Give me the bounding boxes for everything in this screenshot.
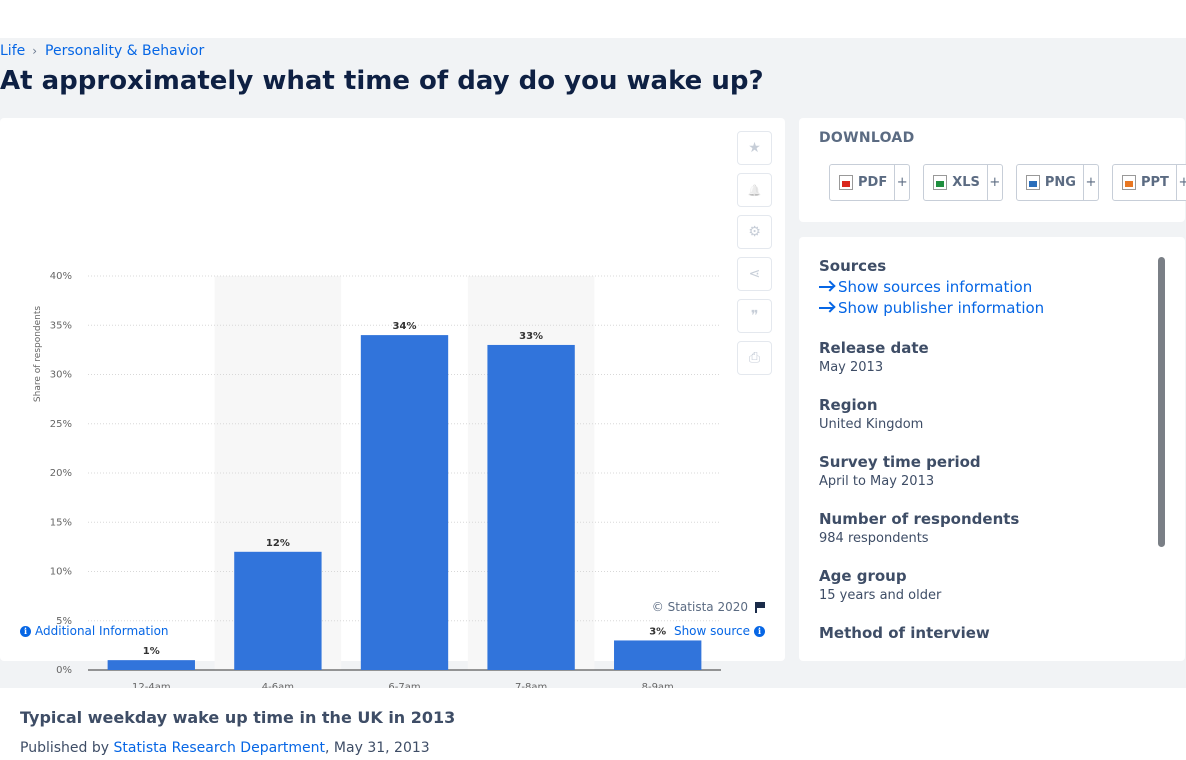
details-scrollbar-thumb[interactable] [1158,257,1165,547]
y-tick-label: 20% [50,468,72,479]
download-ppt-label: PPT [1140,175,1169,190]
notification-button[interactable]: 🔔 [737,173,772,207]
png-file-icon [1025,175,1040,190]
download-card: DOWNLOAD PDF + XLS + PNG + PPT + [799,118,1186,222]
age-group-value: 15 years and older [819,588,942,603]
xls-file-icon [933,175,948,190]
y-tick-label: 35% [50,320,72,331]
star-icon: ★ [748,140,761,156]
show-publisher-link[interactable]: Show publisher information [819,299,1154,317]
y-axis-label: Share of respondents [33,306,43,403]
download-ppt-plus[interactable]: + [1175,164,1186,201]
copyright-text: © Statista 2020 [651,600,748,614]
favorite-button[interactable]: ★ [737,131,772,165]
chart-card: 0% 5% 10% 15% 20% 25% 30% 35% 40% 1% 12% 34% 33% 3% … [0,118,785,693]
bar[interactable] [107,660,195,670]
date-separator: , [325,740,334,756]
download-png-label: PNG [1044,175,1076,190]
flag-icon[interactable] [754,601,765,613]
download-png-button[interactable]: PNG + [1015,164,1099,201]
show-source-label: Show source [673,624,750,638]
details-list: Sources Show sources information Show pu… [819,257,1154,645]
y-tick-label: 15% [50,517,72,528]
bar[interactable] [360,335,449,670]
y-tick-label: 30% [50,370,72,381]
method-label: Method of interview [819,624,990,642]
region-value: United Kingdom [819,417,924,432]
download-pdf-button[interactable]: PDF + [829,164,911,201]
breadcrumb-separator: › [32,44,38,58]
breadcrumb-personality-behavior[interactable]: Personality & Behavior [45,43,204,59]
download-pdf-plus[interactable]: + [894,164,909,201]
bar-data-label: 12% [266,538,290,549]
details-card: Sources Show sources information Show pu… [799,237,1185,661]
gear-icon: ⚙ [748,224,761,240]
download-buttons: PDF + XLS + PNG + PPT + [829,164,1186,201]
print-button[interactable]: ⎙ [737,341,772,375]
download-xls-plus[interactable]: + [986,164,1002,201]
bar[interactable] [234,551,322,670]
download-png-plus[interactable]: + [1082,164,1098,201]
additional-information-link[interactable]: i Additional Information [20,624,169,638]
download-pdf-label: PDF [858,175,888,190]
quote-icon: ❞ [750,308,759,324]
top-bar [0,0,1186,38]
statistic-info-card: Typical weekday wake up time in the UK i… [0,688,1186,760]
info-icon: i [754,625,765,637]
info-icon: i [20,625,31,637]
survey-period-label: Survey time period [819,453,981,471]
age-group-label: Age group [819,567,907,585]
publisher-link[interactable]: Statista Research Department [113,740,325,756]
published-line: Published by Statista Research Departmen… [20,740,430,756]
page-title: At approximately what time of day do you… [0,66,764,96]
show-sources-label: Show sources information [838,278,1033,296]
download-title: DOWNLOAD [819,130,915,146]
breadcrumb-life[interactable]: Life [0,43,25,59]
respondents-value: 984 respondents [819,531,929,546]
show-publisher-label: Show publisher information [838,299,1045,317]
sources-label: Sources [819,257,887,275]
respondents-label: Number of respondents [819,510,1020,528]
settings-button[interactable]: ⚙ [737,215,772,249]
bell-icon: 🔔 [747,183,762,197]
arrow-right-icon [819,286,833,288]
share-button[interactable]: ⋖ [737,257,772,291]
bar[interactable] [487,344,575,670]
download-ppt-button[interactable]: PPT + [1111,164,1186,201]
arrow-right-icon [819,307,833,309]
y-tick-label: 0% [56,665,72,676]
published-prefix: Published by [20,740,114,756]
show-source-link[interactable]: Show source i [674,624,765,638]
bar-data-label: 33% [519,331,543,342]
bar[interactable] [614,640,702,670]
release-date-value: May 2013 [819,360,884,375]
bar-data-label: 34% [393,321,417,332]
show-sources-link[interactable]: Show sources information [819,278,1154,296]
statistic-title: Typical weekday wake up time in the UK i… [20,708,456,727]
pdf-file-icon [839,175,853,190]
print-icon: ⎙ [748,350,761,366]
chart-toolbar: ★ 🔔 ⚙ ⋖ ❞ ⎙ [737,131,773,383]
y-tick-label: 40% [50,271,72,282]
survey-period-value: April to May 2013 [819,474,935,489]
published-date: May 31, 2013 [333,740,430,756]
cite-button[interactable]: ❞ [737,299,772,333]
y-tick-label: 25% [50,419,72,430]
y-tick-label: 10% [50,567,72,578]
breadcrumb: Life › Personality & Behavior [0,43,204,59]
release-date-label: Release date [819,339,929,357]
additional-information-label: Additional Information [35,624,169,638]
region-label: Region [819,396,878,414]
copyright: © Statista 2020 [652,600,765,614]
bar-data-label: 3% [649,626,666,637]
download-xls-label: XLS [952,175,980,190]
share-icon: ⋖ [748,266,761,282]
bar-data-label: 1% [143,646,160,657]
download-xls-button[interactable]: XLS + [923,164,1003,201]
ppt-file-icon [1121,175,1136,190]
